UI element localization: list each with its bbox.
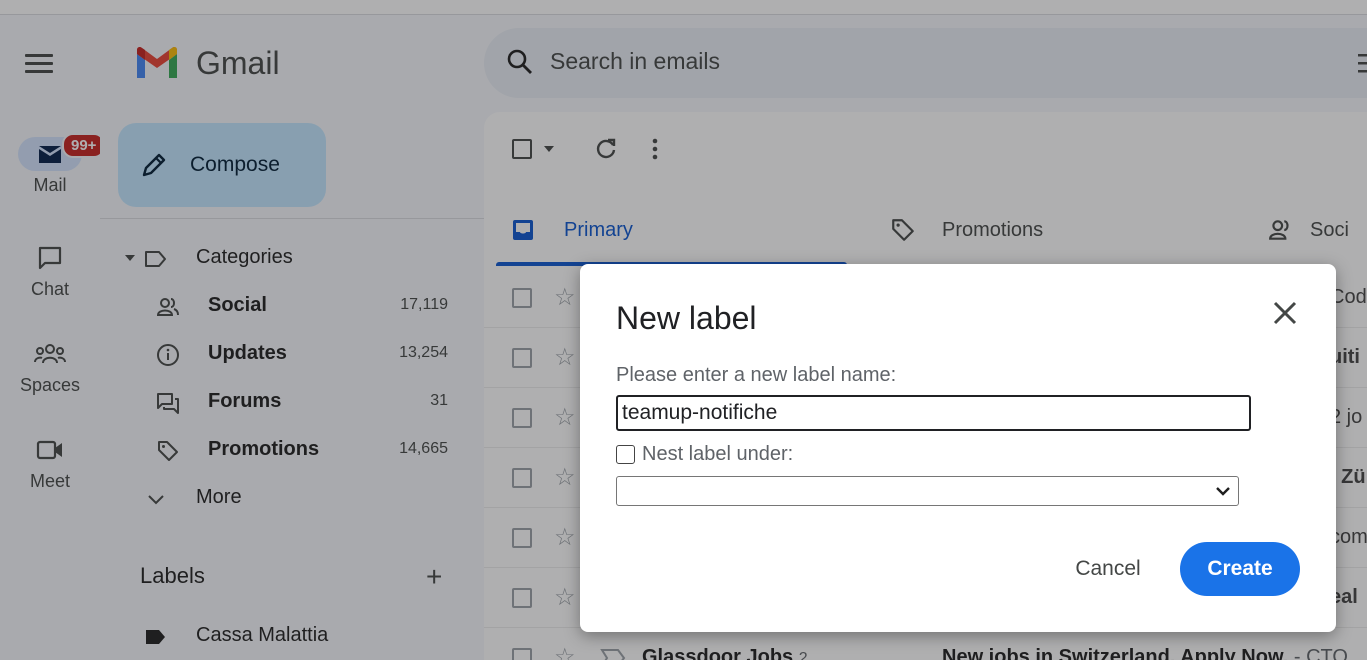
dialog-title: New label bbox=[616, 300, 757, 336]
nest-label-text: Nest label under: bbox=[642, 443, 794, 465]
close-icon[interactable] bbox=[1270, 298, 1300, 328]
nest-label-row[interactable]: Nest label under: bbox=[616, 443, 793, 466]
parent-label-select[interactable] bbox=[616, 476, 1239, 506]
create-button[interactable]: Create bbox=[1180, 542, 1300, 596]
cancel-button[interactable]: Cancel bbox=[1052, 542, 1164, 596]
label-name-prompt: Please enter a new label name: bbox=[616, 364, 897, 386]
chevron-down-icon bbox=[1216, 487, 1230, 496]
label-name-input[interactable] bbox=[616, 395, 1251, 431]
new-label-dialog: New label Please enter a new label name:… bbox=[580, 264, 1336, 632]
nest-label-checkbox[interactable] bbox=[616, 445, 635, 464]
